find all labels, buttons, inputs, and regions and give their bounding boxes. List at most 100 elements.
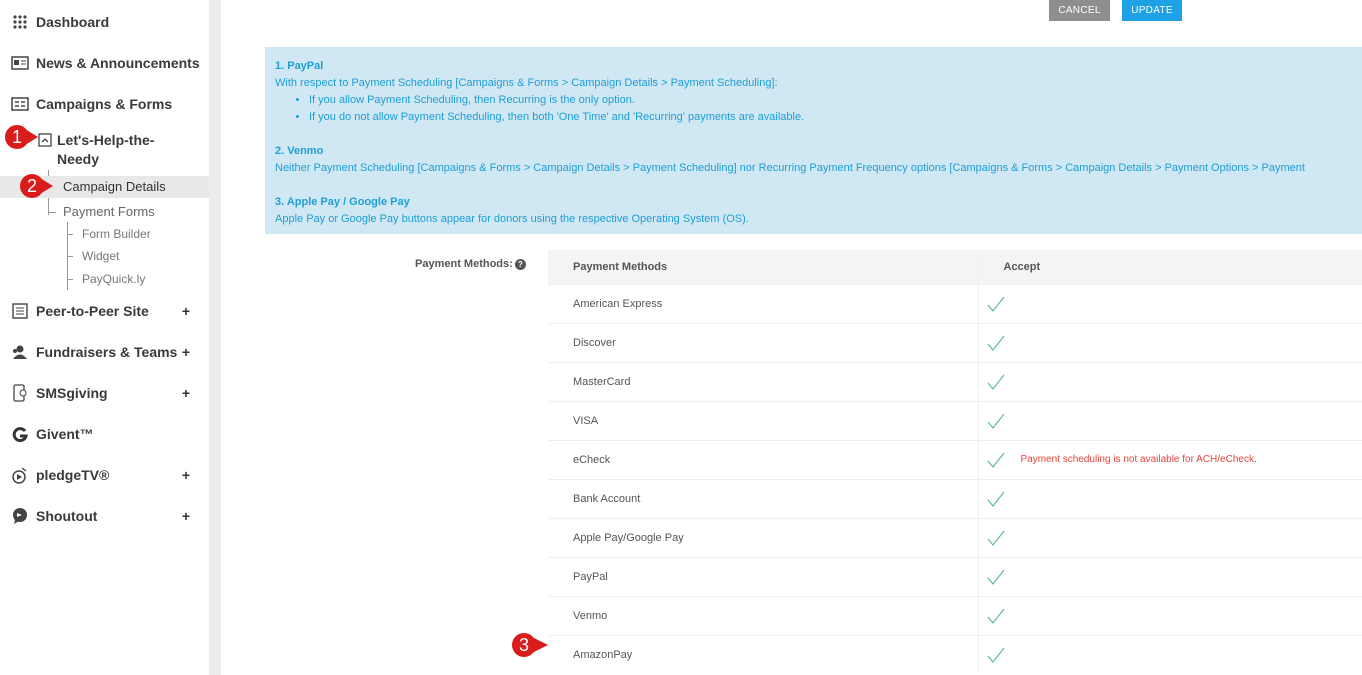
- table-row: Venmo: [548, 595, 1362, 635]
- accept-cell[interactable]: [978, 283, 1362, 323]
- paypal-heading: 1. PayPal: [275, 60, 324, 72]
- check-icon[interactable]: [987, 530, 1005, 546]
- table-row: PayPal: [548, 556, 1362, 596]
- tv-icon: [10, 466, 30, 484]
- nav-givent[interactable]: Givent™: [10, 423, 200, 445]
- accept-cell[interactable]: [978, 517, 1362, 557]
- newspaper-icon: [10, 54, 30, 72]
- expand-icon[interactable]: +: [182, 467, 190, 483]
- nav-label: Dashboard: [36, 14, 110, 30]
- expand-icon[interactable]: +: [182, 344, 190, 360]
- annotation-marker: 1: [5, 125, 38, 149]
- expand-icon[interactable]: +: [182, 303, 190, 319]
- nav-label: SMSgiving: [36, 385, 108, 401]
- info-panel: 1. PayPal With respect to Payment Schedu…: [265, 47, 1362, 234]
- expand-icon[interactable]: +: [182, 508, 190, 524]
- apple-google-text: Apple Pay or Google Pay buttons appear f…: [275, 213, 749, 225]
- nav-widget[interactable]: Widget: [82, 249, 119, 263]
- warning-note: Payment scheduling is not available for …: [1020, 454, 1257, 465]
- nav-form-builder[interactable]: Form Builder: [82, 227, 151, 241]
- paypal-list: If you allow Payment Scheduling, then Re…: [275, 92, 1352, 126]
- accept-cell[interactable]: [978, 400, 1362, 440]
- payment-method-name: MasterCard: [548, 361, 979, 401]
- accept-cell[interactable]: [978, 478, 1362, 518]
- payment-method-name: American Express: [548, 283, 979, 323]
- apple-google-heading: 3. Apple Pay / Google Pay: [275, 196, 410, 208]
- nav-campaigns-forms[interactable]: Campaigns & Forms: [10, 93, 200, 115]
- payment-method-name: AmazonPay: [548, 634, 979, 674]
- tree-line: [67, 279, 73, 280]
- payment-method-name: Apple Pay/Google Pay: [548, 517, 979, 557]
- table-row: American Express: [548, 283, 1362, 323]
- accept-cell[interactable]: [978, 361, 1362, 401]
- table-row: AmazonPay: [548, 634, 1362, 674]
- venmo-heading: 2. Venmo: [275, 145, 324, 157]
- cancel-button[interactable]: CANCEL: [1049, 0, 1110, 21]
- nav-label: pledgeTV®: [36, 467, 110, 483]
- tree-line: [48, 212, 56, 213]
- check-icon[interactable]: [987, 335, 1005, 351]
- accept-cell[interactable]: [978, 322, 1362, 362]
- payment-method-name: Bank Account: [548, 478, 979, 518]
- site-icon: [10, 302, 30, 320]
- check-icon[interactable]: [987, 296, 1005, 312]
- payment-method-name: VISA: [548, 400, 979, 440]
- nav-peer-to-peer[interactable]: Peer-to-Peer Site +: [10, 300, 200, 322]
- nav-fundraisers-teams[interactable]: Fundraisers & Teams +: [10, 341, 200, 363]
- nav-payquickly[interactable]: PayQuick.ly: [82, 272, 145, 286]
- tree-line: [67, 234, 73, 235]
- payment-methods-label: Payment Methods: ?: [415, 258, 526, 270]
- payment-methods-table: Payment Methods Accept American Express D…: [548, 250, 1362, 674]
- phone-icon: [10, 384, 30, 402]
- paypal-bullet: If you do not allow Payment Scheduling, …: [309, 109, 1352, 126]
- check-icon[interactable]: [987, 452, 1005, 468]
- paypal-text: With respect to Payment Scheduling [Camp…: [275, 77, 778, 89]
- column-header-method: Payment Methods: [548, 250, 979, 284]
- nav-label: News & Announcements: [36, 55, 200, 71]
- table-row: VISA: [548, 400, 1362, 440]
- payment-method-name: PayPal: [548, 556, 979, 596]
- check-icon[interactable]: [987, 374, 1005, 390]
- help-icon[interactable]: ?: [514, 258, 526, 270]
- check-icon[interactable]: [987, 608, 1005, 624]
- sidebar-divider: [209, 0, 221, 675]
- accept-cell[interactable]: [978, 634, 1362, 674]
- nav-news[interactable]: News & Announcements: [10, 52, 200, 74]
- campaign-name: Let's-Help-the-Needy: [57, 132, 155, 167]
- chat-icon: [10, 507, 30, 525]
- accept-cell[interactable]: [978, 595, 1362, 635]
- accept-cell[interactable]: [978, 556, 1362, 596]
- form-icon: [10, 95, 30, 113]
- check-icon[interactable]: [987, 491, 1005, 507]
- check-icon[interactable]: [987, 647, 1005, 663]
- nav-label: Fundraisers & Teams: [36, 344, 178, 360]
- expand-icon[interactable]: +: [182, 385, 190, 401]
- accept-cell[interactable]: Payment scheduling is not available for …: [978, 439, 1362, 479]
- nav-smsgiving[interactable]: SMSgiving +: [10, 382, 200, 404]
- paypal-bullet: If you allow Payment Scheduling, then Re…: [309, 92, 1352, 109]
- payment-method-name: Discover: [548, 322, 979, 362]
- table-row: Apple Pay/Google Pay: [548, 517, 1362, 557]
- annotation-marker: 3: [512, 633, 548, 657]
- payment-method-name: eCheck: [548, 439, 979, 479]
- annotation-marker: 2: [20, 174, 53, 198]
- table-row: eCheck Payment scheduling is not availabl…: [548, 439, 1362, 479]
- nav-payment-forms[interactable]: Payment Forms: [63, 204, 155, 219]
- payment-method-name: Venmo: [548, 595, 979, 635]
- sidebar: Dashboard News & Announcements Campaigns…: [0, 0, 209, 675]
- nav-pledgetv[interactable]: pledgeTV® +: [10, 464, 200, 486]
- nav-dashboard[interactable]: Dashboard: [10, 11, 200, 33]
- nav-label: Campaigns & Forms: [36, 96, 173, 112]
- nav-shoutout[interactable]: Shoutout +: [10, 505, 200, 527]
- table-header-row: Payment Methods Accept: [548, 250, 1362, 284]
- campaign-link[interactable]: Let's-Help-the-Needy: [38, 131, 198, 169]
- update-button[interactable]: UPDATE: [1122, 0, 1182, 21]
- table-row: Bank Account: [548, 478, 1362, 518]
- check-icon[interactable]: [987, 569, 1005, 585]
- nav-label: Shoutout: [36, 508, 98, 524]
- check-icon[interactable]: [987, 413, 1005, 429]
- givent-icon: [10, 425, 30, 443]
- team-icon: [10, 343, 30, 361]
- venmo-text: Neither Payment Scheduling [Campaigns & …: [275, 162, 1305, 174]
- table-row: MasterCard: [548, 361, 1362, 401]
